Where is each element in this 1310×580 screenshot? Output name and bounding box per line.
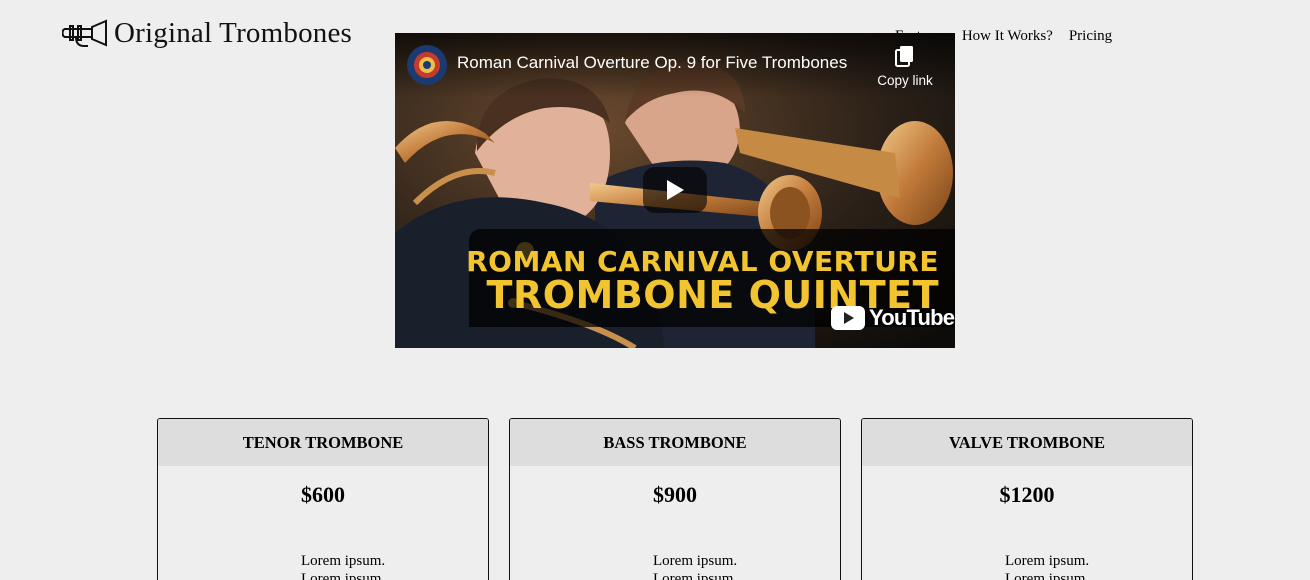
channel-avatar-icon[interactable] <box>407 45 447 85</box>
pricing-card-features: Lorem ipsum. Lorem ipsum. <box>1005 552 1192 580</box>
youtube-logo[interactable]: YouTube <box>831 305 955 331</box>
copy-link-label: Copy link <box>877 73 933 88</box>
feature-item: Lorem ipsum. <box>653 571 738 580</box>
video-title[interactable]: Roman Carnival Overture Op. 9 for Five T… <box>457 53 847 73</box>
pricing-card-price: $600 <box>301 482 345 507</box>
feature-item: Lorem ipsum. <box>301 553 386 569</box>
copy-link-icon <box>895 46 913 67</box>
feature-item: Lorem ipsum. <box>1005 553 1090 569</box>
pricing-card-price: $1200 <box>999 482 1055 507</box>
pricing-card-title: BASS TROMBONE <box>510 419 840 466</box>
feature-item: Lorem ipsum. <box>653 553 738 569</box>
nav-link-how-it-works[interactable]: How It Works? <box>962 26 1053 46</box>
pricing-card-features: Lorem ipsum. Lorem ipsum. <box>653 552 840 580</box>
pricing-card-features: Lorem ipsum. Lorem ipsum. <box>301 552 488 580</box>
brand-name: Original Trombones <box>114 17 353 49</box>
pricing-card-valve: VALVE TROMBONE $1200 Lorem ipsum. Lorem … <box>861 418 1193 580</box>
youtube-wordmark: YouTube <box>869 305 955 330</box>
pricing-card-price: $900 <box>653 482 697 507</box>
trombone-logo-icon <box>62 19 107 47</box>
youtube-logo-icon <box>831 306 865 330</box>
feature-item: Lorem ipsum. <box>301 571 386 580</box>
page: Original Trombones Features How It Works… <box>0 0 1310 580</box>
video-embed[interactable]: Roman Carnival Overture Op. 9 for Five T… <box>395 33 955 348</box>
pricing-card-title: VALVE TROMBONE <box>862 419 1192 466</box>
pricing-card-title: TENOR TROMBONE <box>158 419 488 466</box>
copy-link-button[interactable]: Copy link <box>873 43 937 103</box>
play-icon <box>667 180 684 200</box>
pricing-card-bass: BASS TROMBONE $900 Lorem ipsum. Lorem ip… <box>509 418 841 580</box>
pricing-card-tenor: TENOR TROMBONE $600 Lorem ipsum. Lorem i… <box>157 418 489 580</box>
nav-link-pricing[interactable]: Pricing <box>1069 26 1112 46</box>
play-button[interactable] <box>643 167 707 213</box>
feature-item: Lorem ipsum. <box>1005 571 1090 580</box>
brand-logo[interactable]: Original Trombones <box>62 16 352 50</box>
